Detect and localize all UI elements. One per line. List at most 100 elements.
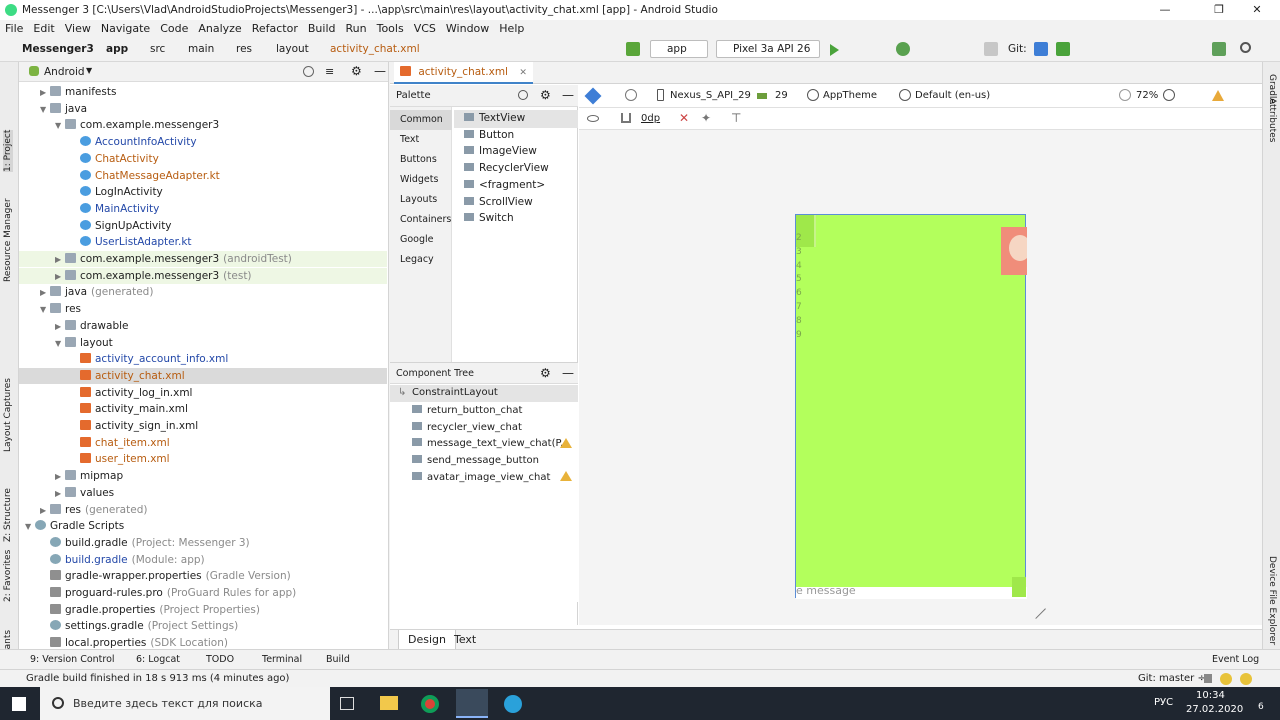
- palette-item[interactable]: <fragment>: [464, 179, 545, 191]
- android-studio-taskbar-icon[interactable]: [456, 689, 488, 718]
- sdk-manager-icon[interactable]: [1212, 42, 1226, 56]
- tree-item[interactable]: ▼ java: [40, 101, 91, 117]
- zoom-out-icon[interactable]: [1119, 89, 1131, 101]
- tab-design[interactable]: Design: [398, 630, 456, 650]
- tree-item[interactable]: ▼ layout: [55, 335, 117, 351]
- project-view-select[interactable]: Android: [44, 66, 85, 78]
- align-icon[interactable]: ⊤: [731, 111, 741, 125]
- menu-edit[interactable]: Edit: [28, 20, 59, 37]
- layout-captures-tab[interactable]: Layout Captures: [3, 378, 13, 452]
- resize-handle-icon[interactable]: [1026, 599, 1046, 619]
- send-button-preview[interactable]: [1012, 577, 1026, 597]
- taskbar-search[interactable]: Введите здесь текст для поиска: [40, 687, 330, 720]
- tree-item[interactable]: ▶ com.example.messenger3 (test): [19, 267, 387, 284]
- task-view-icon[interactable]: [340, 697, 354, 710]
- menu-refactor[interactable]: Refactor: [247, 20, 303, 37]
- hide-icon[interactable]: —: [562, 88, 574, 102]
- magic-wand-icon[interactable]: ✦: [701, 111, 711, 125]
- hammer-icon[interactable]: [626, 42, 640, 56]
- gear-icon[interactable]: ⚙: [540, 88, 551, 102]
- expand-arrow-icon[interactable]: ▶: [40, 503, 50, 519]
- component-tree-item[interactable]: send_message_button: [412, 455, 539, 466]
- breadcrumb-main[interactable]: main: [188, 43, 214, 55]
- build-tab[interactable]: Build: [326, 654, 350, 665]
- tree-item[interactable]: activity_chat.xml: [19, 367, 387, 384]
- tree-item[interactable]: build.gradle (Project: Messenger 3): [40, 535, 250, 551]
- tree-item[interactable]: ▶ res (generated): [40, 502, 147, 518]
- expand-arrow-icon[interactable]: ▶: [55, 469, 65, 485]
- palette-category[interactable]: Widgets: [400, 174, 438, 185]
- expand-arrow-icon[interactable]: ▼: [55, 118, 65, 134]
- tree-item[interactable]: gradle-wrapper.properties (Gradle Version…: [40, 568, 291, 584]
- tree-item[interactable]: UserListAdapter.kt: [70, 234, 196, 250]
- expand-arrow-icon[interactable]: ▼: [25, 519, 35, 535]
- event-log-tab[interactable]: Event Log: [1212, 654, 1259, 665]
- chrome-icon[interactable]: [421, 695, 439, 713]
- git-commit-icon[interactable]: [1056, 42, 1070, 56]
- locate-icon[interactable]: [303, 66, 314, 77]
- telegram-icon[interactable]: [504, 695, 522, 713]
- breadcrumb-res[interactable]: res: [236, 43, 252, 55]
- palette-item[interactable]: RecyclerView: [464, 162, 549, 174]
- structure-tab[interactable]: Z: Structure: [3, 488, 13, 542]
- warning-icon[interactable]: [1212, 90, 1224, 101]
- close-button[interactable]: ✕: [1234, 0, 1280, 20]
- expand-arrow-icon[interactable]: ▶: [40, 285, 50, 301]
- tree-item[interactable]: ▼ res: [40, 301, 85, 317]
- logcat-tab[interactable]: 6: Logcat: [136, 654, 180, 665]
- menu-file[interactable]: File: [0, 20, 28, 37]
- minimize-button[interactable]: —: [1142, 0, 1188, 20]
- gear-icon[interactable]: ⚙: [540, 366, 551, 380]
- stop-icon[interactable]: [984, 42, 998, 56]
- palette-item[interactable]: Button: [464, 129, 514, 141]
- tree-item[interactable]: AccountInfoActivity: [70, 134, 201, 150]
- chevron-down-icon[interactable]: ▼: [86, 66, 92, 75]
- breadcrumb-project[interactable]: Messenger3: [22, 43, 94, 55]
- search-icon[interactable]: [518, 90, 528, 100]
- layers-icon[interactable]: [584, 87, 602, 105]
- tree-item[interactable]: activity_account_info.xml: [70, 351, 232, 367]
- resource-manager-tab[interactable]: Resource Manager: [3, 198, 13, 282]
- device-select[interactable]: Pixel 3a API 26: [716, 40, 820, 58]
- device-file-explorer-tab[interactable]: Device File Explorer: [1267, 556, 1277, 645]
- breadcrumb-module[interactable]: app: [106, 43, 128, 55]
- avatar-image-preview[interactable]: [1001, 227, 1027, 275]
- menu-tools[interactable]: Tools: [372, 20, 409, 37]
- orientation-icon[interactable]: [625, 89, 637, 101]
- tab-activity-chat[interactable]: activity_chat.xml ✕: [394, 62, 533, 84]
- project-tool-tab[interactable]: 1: Project: [3, 129, 13, 172]
- gear-icon[interactable]: ⚙: [351, 64, 362, 78]
- expand-arrow-icon[interactable]: ▼: [55, 336, 65, 352]
- git-update-icon[interactable]: [1034, 42, 1048, 56]
- tree-item[interactable]: MainActivity: [70, 201, 163, 217]
- component-tree-item[interactable]: return_button_chat: [412, 405, 522, 416]
- breadcrumb-file[interactable]: activity_chat.xml: [330, 43, 420, 55]
- close-tab-icon[interactable]: ✕: [519, 68, 527, 78]
- menu-help[interactable]: Help: [494, 20, 529, 37]
- palette-item[interactable]: ImageView: [464, 145, 537, 157]
- tree-item[interactable]: ChatActivity: [70, 151, 163, 167]
- smile-icon[interactable]: [1220, 673, 1232, 685]
- menu-window[interactable]: Window: [441, 20, 494, 37]
- eye-icon[interactable]: [587, 115, 599, 122]
- menu-code[interactable]: Code: [155, 20, 193, 37]
- clock-time[interactable]: 10:34: [1196, 690, 1225, 701]
- palette-category[interactable]: Legacy: [400, 254, 434, 265]
- palette-category[interactable]: Layouts: [400, 194, 437, 205]
- tree-item[interactable]: gradle.properties (Project Properties): [40, 602, 260, 618]
- theme-select[interactable]: AppTheme: [823, 90, 877, 101]
- menu-build[interactable]: Build: [303, 20, 341, 37]
- palette-item[interactable]: ScrollView: [464, 196, 533, 208]
- tree-item[interactable]: activity_sign_in.xml: [70, 418, 202, 434]
- hide-icon[interactable]: —: [562, 366, 574, 380]
- tree-item[interactable]: LogInActivity: [70, 184, 167, 200]
- tree-item[interactable]: activity_log_in.xml: [70, 385, 196, 401]
- todo-tab[interactable]: TODO: [206, 654, 234, 665]
- windows-start-icon[interactable]: [12, 697, 26, 711]
- menu-vcs[interactable]: VCS: [409, 20, 441, 37]
- terminal-tab[interactable]: Terminal: [262, 654, 302, 665]
- device-select[interactable]: Nexus_S_API_29: [670, 90, 751, 101]
- palette-category[interactable]: Buttons: [400, 154, 437, 165]
- tab-text[interactable]: Text: [454, 633, 476, 646]
- menu-run[interactable]: Run: [341, 20, 372, 37]
